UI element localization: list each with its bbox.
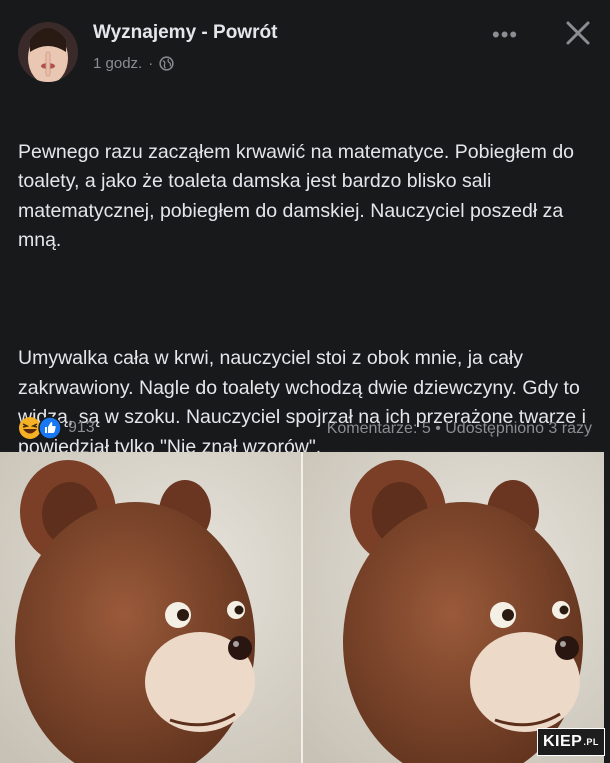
- watermark-main: KIEP: [543, 733, 583, 750]
- post-card: Wyznajemy - Powrót 1 godz. · ••• Pewnego…: [0, 0, 610, 458]
- reaction-count: 913: [68, 419, 95, 436]
- bear-image: [0, 452, 301, 763]
- watermark-suffix: .PL: [583, 737, 599, 747]
- post-paragraph: Umywalka cała w krwi, nauczyciel stoi z …: [18, 347, 586, 458]
- bear-panel-right: [303, 452, 604, 763]
- kiep-watermark: KIEP .PL: [537, 728, 605, 756]
- shush-avatar-icon: [18, 22, 78, 82]
- post-paragraph: Pewnego razu zacząłem krwawić na matemat…: [18, 140, 575, 252]
- attached-image[interactable]: [0, 452, 610, 763]
- page-avatar[interactable]: [18, 22, 78, 82]
- post-stats[interactable]: Komentarze: 5 • Udostępniono 3 razy: [327, 420, 592, 438]
- bear-panel-left: [0, 452, 301, 763]
- page-title[interactable]: Wyznajemy - Powrót: [93, 22, 277, 44]
- more-options-button[interactable]: •••: [492, 22, 518, 48]
- like-reaction-icon: [38, 416, 62, 440]
- post-time[interactable]: 1 godz.: [93, 55, 142, 72]
- reactions-summary[interactable]: 913: [18, 416, 95, 440]
- meta-separator: ·: [148, 55, 154, 72]
- bear-image: [303, 452, 604, 763]
- post-meta: 1 godz. ·: [93, 55, 174, 72]
- close-icon[interactable]: [563, 18, 593, 48]
- globe-icon: [159, 56, 174, 71]
